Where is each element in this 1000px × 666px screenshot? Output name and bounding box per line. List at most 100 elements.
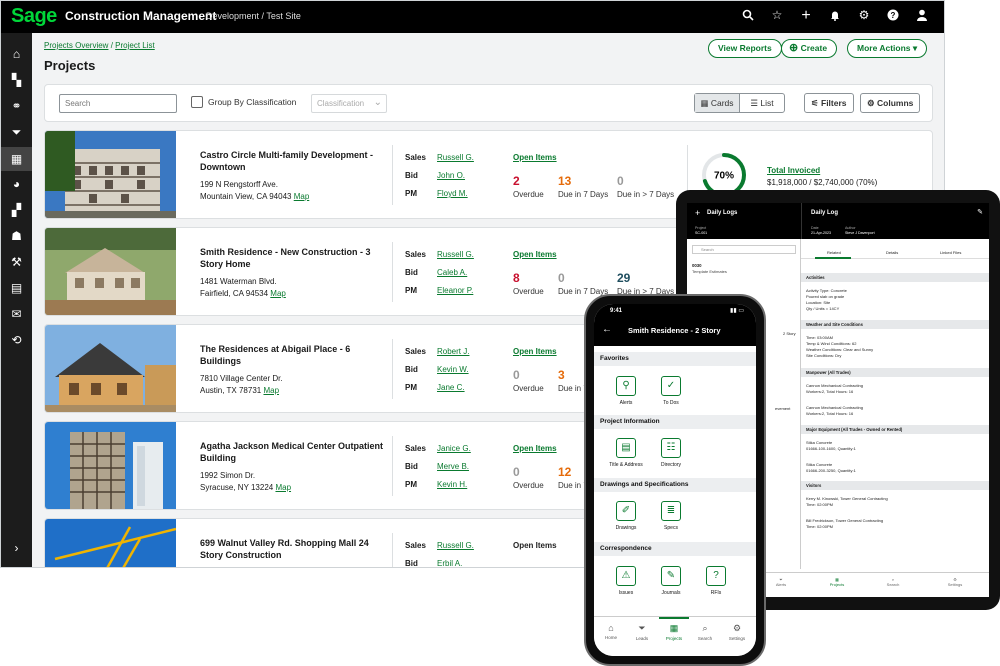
open-items-link[interactable]: Open Items: [513, 444, 557, 453]
search-icon[interactable]: [742, 9, 754, 22]
tools-icon[interactable]: ⚒: [9, 255, 24, 269]
bid-person-link[interactable]: Merve B.: [437, 462, 469, 471]
bid-person-link[interactable]: Kevin W.: [437, 365, 469, 374]
nav-projects[interactable]: ▦ Projects: [659, 623, 689, 641]
project-name[interactable]: 699 Walnut Valley Rd. Shopping Mall 24 S…: [200, 537, 385, 561]
section-header[interactable]: Major Equipment (All Trades - Owned or R…: [801, 425, 989, 434]
star-icon[interactable]: ☆: [771, 9, 783, 22]
log-item-code[interactable]: 0030: [692, 263, 702, 268]
project-name[interactable]: Castro Circle Multi-family Development -…: [200, 149, 385, 173]
project-photo: [45, 228, 176, 315]
project-name[interactable]: The Residences at Abigail Place - 6 Buil…: [200, 343, 385, 367]
issues-icon[interactable]: ⚠: [616, 566, 636, 586]
nav-settings[interactable]: ⚙ Settings: [722, 623, 752, 641]
expand-chevron-icon[interactable]: ›: [9, 541, 24, 555]
pm-person-link[interactable]: Eleanor P.: [437, 286, 473, 295]
edit-icon[interactable]: ✎: [977, 208, 983, 216]
help-icon[interactable]: ?: [887, 9, 899, 22]
pie-chart-icon[interactable]: ◕: [9, 177, 24, 191]
more-actions-button[interactable]: More Actions ▾: [847, 39, 928, 58]
document-icon[interactable]: ▤: [9, 281, 24, 295]
group-by-checkbox[interactable]: [191, 96, 203, 108]
directory-icon[interactable]: ☷: [661, 438, 681, 458]
create-button[interactable]: ⊕ Create: [781, 39, 838, 58]
list-view-button[interactable]: ☰ List: [740, 94, 784, 112]
sales-person-link[interactable]: Robert J.: [437, 347, 469, 356]
sales-person-link[interactable]: Russell G.: [437, 250, 474, 259]
columns-button[interactable]: ⚙ Columns: [860, 93, 921, 113]
bid-label: Bid: [405, 462, 418, 471]
sales-person-link[interactable]: Russell G.: [437, 153, 474, 162]
tab-linked-files[interactable]: Linked Files: [940, 250, 961, 255]
section-line: Activity Type: Concrete: [806, 288, 847, 293]
search-input[interactable]: Search: [59, 94, 177, 113]
nav-settings[interactable]: ⚙ Settings: [945, 577, 965, 587]
specs-icon[interactable]: ≣: [661, 501, 681, 521]
alerts-icon[interactable]: ⚲: [616, 376, 636, 396]
pm-person-link[interactable]: Kevin H.: [437, 480, 467, 489]
breadcrumb-project-list[interactable]: Project List: [115, 41, 155, 50]
bell-icon[interactable]: [829, 9, 841, 22]
filters-button[interactable]: ⚟ Filters: [804, 93, 854, 113]
nav-leads[interactable]: ⏷ Leads: [627, 623, 657, 641]
back-arrow-icon[interactable]: ←: [602, 324, 612, 335]
funnel-icon[interactable]: ⏷: [9, 125, 24, 139]
tab-details[interactable]: Details: [886, 250, 898, 255]
map-link[interactable]: Map: [294, 192, 310, 201]
home-icon[interactable]: ⌂: [9, 47, 24, 61]
open-items-link[interactable]: Open Items: [513, 347, 557, 356]
handshake-icon[interactable]: ⚭: [9, 99, 24, 113]
open-items-link[interactable]: Open Items: [513, 250, 557, 259]
user-icon[interactable]: [916, 9, 928, 22]
nav-search[interactable]: ⌕ Search: [883, 577, 903, 587]
bid-person-link[interactable]: Caleb A.: [437, 268, 467, 277]
projects-icon: ▦: [669, 623, 679, 633]
open-items-link[interactable]: Open Items: [513, 153, 557, 162]
total-invoiced-link[interactable]: Total Invoiced: [767, 166, 820, 175]
dashboard-icon[interactable]: ▞: [9, 203, 24, 217]
overdue-label: Overdue: [513, 287, 544, 296]
pm-person-link[interactable]: Jane C.: [437, 383, 465, 392]
bid-label: Bid: [405, 171, 418, 180]
plus-icon[interactable]: +: [800, 8, 812, 24]
nav-alerts[interactable]: ⏷ Alerts: [771, 577, 791, 587]
sage-logo[interactable]: Sage: [11, 5, 57, 28]
rfis-icon[interactable]: ?: [706, 566, 726, 586]
section-header[interactable]: Visitors: [801, 481, 989, 490]
project-name[interactable]: Smith Residence - New Construction - 3 S…: [200, 246, 385, 270]
sales-person-link[interactable]: Janice G.: [437, 444, 471, 453]
section-header[interactable]: Manpower (All Trades): [801, 368, 989, 377]
drawings-icon[interactable]: ✐: [616, 501, 636, 521]
plus-icon[interactable]: +: [695, 208, 700, 218]
project-name[interactable]: Agatha Jackson Medical Center Outpatient…: [200, 440, 385, 464]
section-header[interactable]: Weather and Site Conditions: [801, 320, 989, 329]
map-link[interactable]: Map: [270, 289, 286, 298]
sales-label: Sales: [405, 541, 426, 550]
breadcrumb-projects-overview[interactable]: Projects Overview: [44, 41, 108, 50]
view-reports-button[interactable]: View Reports: [708, 39, 782, 58]
title-address-icon[interactable]: ▤: [616, 438, 636, 458]
nav-projects[interactable]: ▦ Projects: [827, 577, 847, 587]
gear-icon[interactable]: ⚙: [858, 9, 870, 22]
nav-search[interactable]: ⌕ Search: [690, 623, 720, 641]
tab-related[interactable]: Related: [827, 250, 841, 255]
map-link[interactable]: Map: [263, 386, 279, 395]
pm-person-link[interactable]: Floyd M.: [437, 189, 468, 198]
classification-select[interactable]: Classification ⌄: [311, 94, 387, 113]
nav-home[interactable]: ⌂ Home: [596, 623, 626, 640]
leads-icon[interactable]: ▚: [9, 73, 24, 87]
bid-person-link[interactable]: John O.: [437, 171, 465, 180]
cards-view-button[interactable]: ▦ Cards: [695, 94, 740, 112]
worker-icon[interactable]: ☗: [9, 229, 24, 243]
sales-person-link[interactable]: Russell G.: [437, 541, 474, 550]
journals-icon[interactable]: ✎: [661, 566, 681, 586]
site-context[interactable]: Development / Test Site: [206, 11, 301, 21]
log-search-input[interactable]: Search: [692, 245, 796, 254]
section-header[interactable]: Activities: [801, 273, 989, 282]
map-link[interactable]: Map: [275, 483, 291, 492]
mail-icon[interactable]: ✉: [9, 307, 24, 321]
todo-icon[interactable]: ✓: [661, 376, 681, 396]
projects-icon[interactable]: ▦: [1, 147, 32, 171]
bid-person-link[interactable]: Erbil A.: [437, 559, 462, 567]
sync-icon[interactable]: ⟲: [9, 333, 24, 347]
